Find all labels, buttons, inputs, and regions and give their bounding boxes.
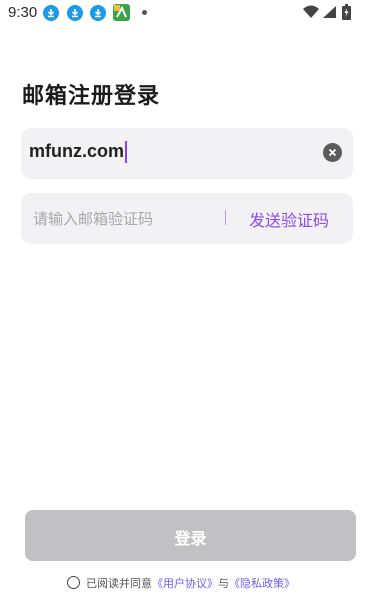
agreement: 已阅读并同意《用户协议》与《隐私政策》 bbox=[67, 575, 295, 591]
clear-icon[interactable] bbox=[323, 143, 342, 162]
email-field[interactable]: mfunz.com bbox=[21, 128, 353, 179]
download-icon bbox=[90, 5, 106, 21]
agree-radio[interactable] bbox=[67, 576, 80, 589]
email-value: mfunz.com bbox=[29, 141, 125, 161]
send-code-button[interactable]: 发送验证码 bbox=[249, 207, 329, 231]
status-bar: 9:30 bbox=[0, 0, 381, 26]
text-cursor bbox=[125, 141, 128, 164]
app-icon bbox=[113, 4, 130, 21]
dot-icon bbox=[142, 10, 147, 15]
privacy-policy-link[interactable]: 《隐私政策》 bbox=[229, 577, 295, 590]
download-icon bbox=[43, 5, 59, 21]
download-icon bbox=[67, 5, 83, 21]
signal-icon bbox=[323, 6, 336, 18]
email-input[interactable]: mfunz.com bbox=[29, 141, 128, 164]
login-button-label: 登录 bbox=[174, 529, 207, 548]
page-title: 邮箱注册登录 bbox=[22, 84, 161, 109]
wifi-icon bbox=[303, 5, 319, 18]
verification-code-field[interactable]: 请输入邮箱验证码 发送验证码 bbox=[21, 193, 353, 244]
agreement-prefix: 已阅读并同意 bbox=[86, 577, 152, 590]
login-button[interactable]: 登录 bbox=[25, 510, 356, 561]
battery-icon bbox=[342, 4, 351, 20]
divider bbox=[225, 210, 226, 225]
user-agreement-link[interactable]: 《用户协议》 bbox=[152, 577, 218, 590]
code-input-placeholder[interactable]: 请输入邮箱验证码 bbox=[33, 208, 153, 229]
agreement-and: 与 bbox=[218, 577, 229, 590]
status-time: 9:30 bbox=[8, 4, 38, 21]
